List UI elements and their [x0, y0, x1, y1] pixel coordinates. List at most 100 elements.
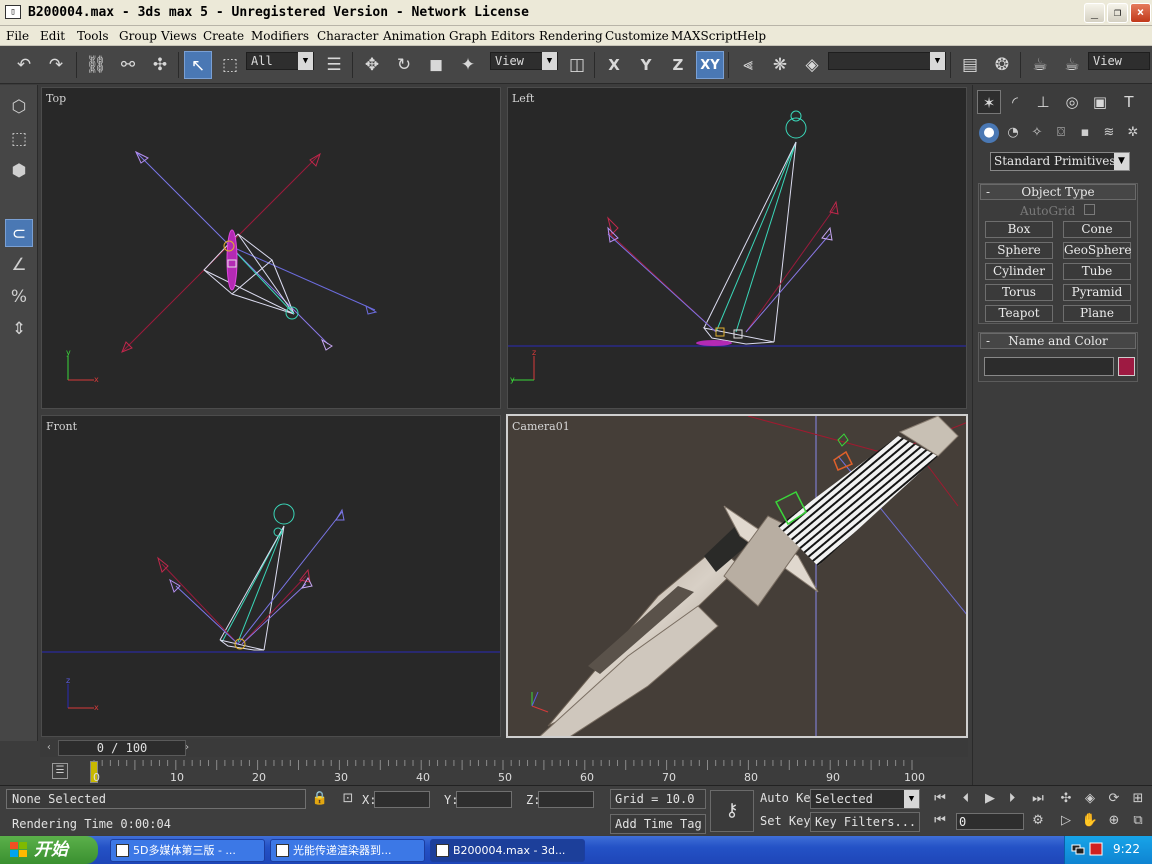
name-and-color-rollout-header[interactable]: - Name and Color	[980, 333, 1136, 349]
undo-icon[interactable]: ↶	[10, 51, 38, 79]
current-frame-field[interactable]	[956, 813, 1024, 830]
cameras-icon[interactable]: ⌼	[1051, 123, 1071, 143]
named-selection-dropdown[interactable]: ▼	[828, 52, 946, 70]
restrict-y-icon[interactable]: Y	[632, 51, 660, 79]
time-configuration-icon[interactable]: ⚙	[1028, 812, 1048, 830]
cylinder-button[interactable]: Cylinder	[985, 263, 1053, 280]
space-warps-icon[interactable]: ≋	[1099, 123, 1119, 143]
zoom-extents-icon[interactable]: ⟳	[1104, 790, 1124, 808]
add-time-tag-button[interactable]: Add Time Tag	[610, 814, 706, 834]
trackbar[interactable]: ☰ 0 10 20 30 40 50 60 70 80 90 100	[40, 758, 968, 784]
viewport-top[interactable]: y x Top	[41, 87, 501, 409]
utilities-tab-icon[interactable]: T	[1117, 90, 1141, 114]
modify-tab-icon[interactable]: ◜	[1003, 90, 1027, 114]
lock-selection-icon[interactable]: 🔒	[310, 790, 330, 808]
next-frame-icon[interactable]: ›	[180, 740, 194, 755]
restrict-x-icon[interactable]: X	[600, 51, 628, 79]
autogrid-checkbox[interactable]	[1084, 204, 1095, 215]
open-mini-curve-editor-icon[interactable]: ☰	[52, 763, 68, 779]
field-of-view-icon[interactable]: ▷	[1056, 812, 1076, 830]
taskbar-item-3dsmax[interactable]: B200004.max - 3d...	[430, 839, 585, 862]
play-icon[interactable]: ▶	[980, 790, 1000, 808]
go-to-start-icon[interactable]: ⏮	[930, 790, 950, 808]
box-primitive-icon[interactable]: ⬢	[5, 157, 33, 185]
create-tab-icon[interactable]: ✶	[977, 90, 1001, 114]
array-icon[interactable]: ❋	[766, 51, 794, 79]
key-mode-dropdown[interactable]: Selected ▼	[810, 789, 920, 809]
menu-file[interactable]: File	[6, 29, 29, 43]
select-and-manipulate-icon[interactable]: ✦	[454, 51, 482, 79]
zoom-extents-all-icon[interactable]: ⊞	[1128, 790, 1148, 808]
viewport-front[interactable]: z x Front	[41, 415, 501, 737]
menu-animation[interactable]: Animation	[383, 29, 445, 43]
key-filters-button[interactable]: Key Filters...	[810, 812, 920, 832]
orbit-icon[interactable]: ⊕	[1104, 812, 1124, 830]
restrict-xy-icon[interactable]: XY	[696, 51, 724, 79]
x-coordinate-field[interactable]	[374, 791, 430, 808]
material-editor-icon[interactable]: ❂	[988, 51, 1016, 79]
plane-button[interactable]: Plane	[1063, 305, 1131, 322]
geometry-box-icon[interactable]: ⬡	[5, 93, 33, 121]
time-slider-thumb[interactable]: 0 / 100	[58, 740, 186, 756]
menu-edit[interactable]: Edit	[40, 29, 65, 43]
selection-filter-dropdown[interactable]: All ▼	[246, 52, 314, 70]
sphere-button[interactable]: Sphere	[985, 242, 1053, 259]
previous-frame-icon[interactable]: ‹	[42, 740, 56, 755]
close-button[interactable]: ×	[1130, 3, 1151, 23]
previous-frame-icon[interactable]: ⏴	[956, 790, 976, 808]
menu-maxscript[interactable]: MAXScript	[671, 29, 738, 43]
z-coordinate-field[interactable]	[538, 791, 594, 808]
select-by-name-icon[interactable]: ☰	[320, 51, 348, 79]
taskbar-item-5d[interactable]: 5D多媒体第三版 - ...	[110, 839, 265, 862]
rectangular-selection-icon[interactable]: ⬚	[216, 51, 244, 79]
antivirus-icon[interactable]	[1089, 842, 1103, 856]
pyramid-button[interactable]: Pyramid	[1063, 284, 1131, 301]
render-scene-icon[interactable]: ☕	[1026, 51, 1054, 79]
set-key-button[interactable]: Set Key	[756, 812, 811, 832]
object-type-rollout-header[interactable]: - Object Type	[980, 184, 1136, 200]
quick-render-icon[interactable]: ☕	[1058, 51, 1086, 79]
key-mode-toggle-icon[interactable]: ⏮	[930, 812, 950, 830]
motion-tab-icon[interactable]: ◎	[1060, 90, 1084, 114]
select-object-icon[interactable]: ↖	[184, 51, 212, 79]
percent-snap-icon[interactable]: %	[5, 283, 33, 311]
hierarchy-tab-icon[interactable]: ⊥	[1031, 90, 1055, 114]
zoom-icon[interactable]: ✣	[1056, 790, 1076, 808]
menu-character[interactable]: Character	[317, 29, 378, 43]
use-pivot-point-icon[interactable]: ◫	[563, 51, 591, 79]
menu-graph-editors[interactable]: Graph Editors	[449, 29, 535, 43]
menu-help[interactable]: Help	[737, 29, 766, 43]
align-icon[interactable]: ◈	[798, 51, 826, 79]
unlink-selection-icon[interactable]: ⚯	[114, 51, 142, 79]
systems-icon[interactable]: ✲	[1123, 123, 1143, 143]
menu-customize[interactable]: Customize	[605, 29, 669, 43]
set-key-icon[interactable]: ⚷	[710, 790, 754, 832]
redo-icon[interactable]: ↷	[42, 51, 70, 79]
spinner-snap-icon[interactable]: ⇕	[5, 315, 33, 343]
next-frame-icon[interactable]: ⏵	[1002, 790, 1022, 808]
geosphere-button[interactable]: GeoSphere	[1063, 242, 1131, 259]
select-and-move-icon[interactable]: ✥	[358, 51, 386, 79]
display-tab-icon[interactable]: ▣	[1088, 90, 1112, 114]
lights-icon[interactable]: ✧	[1027, 123, 1047, 143]
teapot-button[interactable]: Teapot	[985, 305, 1053, 322]
app-icon[interactable]: ▯	[5, 5, 21, 19]
shapes-icon[interactable]: ◔	[1003, 123, 1023, 143]
select-and-scale-icon[interactable]: ◼	[422, 51, 450, 79]
taskbar-item-radiosity[interactable]: 光能传递渲染器到...	[270, 839, 425, 862]
select-and-rotate-icon[interactable]: ↻	[390, 51, 418, 79]
restrict-z-icon[interactable]: Z	[664, 51, 692, 79]
menu-modifiers[interactable]: Modifiers	[251, 29, 309, 43]
snap-toggle-icon[interactable]: ⊂	[5, 219, 33, 247]
y-coordinate-field[interactable]	[456, 791, 512, 808]
object-name-field[interactable]	[984, 357, 1114, 376]
helpers-icon[interactable]: ▪	[1075, 123, 1095, 143]
network-icon[interactable]	[1071, 842, 1085, 856]
bind-to-space-warp-icon[interactable]: ✣	[146, 51, 174, 79]
primitive-category-dropdown[interactable]: Standard Primitives ▼	[990, 152, 1130, 171]
time-slider[interactable]: ‹ 0 / 100 ›	[40, 739, 968, 757]
auto-key-button[interactable]: Auto Key	[756, 789, 818, 809]
menu-group[interactable]: Group	[119, 29, 157, 43]
mirror-icon[interactable]: ⫷	[734, 51, 762, 79]
object-color-swatch[interactable]	[1118, 357, 1135, 376]
